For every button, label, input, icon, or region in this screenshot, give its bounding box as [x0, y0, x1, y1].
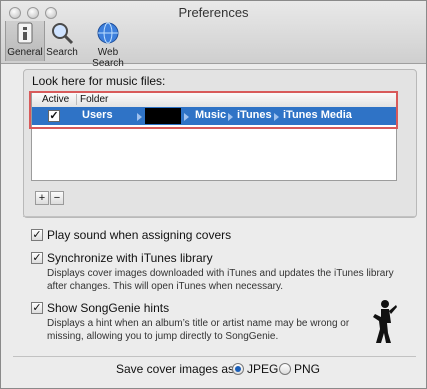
search-icon — [52, 23, 74, 45]
music-files-heading: Look here for music files: — [32, 74, 166, 88]
add-folder-button[interactable]: + — [35, 191, 49, 205]
toolbar-web-search-label: Web Search — [92, 47, 124, 69]
toolbar-web-search[interactable]: Web Search — [81, 21, 135, 69]
sync-itunes-description-1: Displays cover images downloaded with iT… — [47, 268, 394, 279]
songgenie-checkbox[interactable]: ✓ — [31, 302, 43, 314]
png-radio[interactable] — [279, 363, 291, 375]
globe-icon — [97, 22, 119, 44]
songgenie-figure-icon — [373, 300, 397, 343]
save-format-label: Save cover images as: — [116, 362, 238, 376]
toolbar-general[interactable]: General — [5, 21, 45, 61]
section-divider — [23, 216, 415, 217]
play-sound-checkbox[interactable]: ✓ — [31, 229, 43, 241]
sync-itunes-checkbox[interactable]: ✓ — [31, 252, 43, 264]
sync-itunes-description-2: after changes. This will open iTunes whe… — [47, 281, 284, 292]
jpeg-radio[interactable] — [232, 363, 244, 375]
toolbar-search-label: Search — [46, 47, 78, 58]
footer-divider — [13, 356, 416, 357]
general-icon — [17, 22, 33, 44]
remove-folder-button[interactable]: − — [50, 191, 64, 205]
songgenie-description-1: Displays a hint when an album’s title or… — [47, 318, 350, 329]
highlight-box — [29, 91, 398, 129]
toolbar-search[interactable]: Search — [44, 21, 80, 61]
jpeg-label[interactable]: JPEG — [247, 362, 278, 376]
songgenie-description-2: missing, allowing you to jump directly t… — [47, 331, 279, 342]
titlebar: Preferences General Search Web Search — [1, 1, 426, 69]
window-title: Preferences — [178, 5, 249, 20]
preferences-window: Preferences General Search Web Search Lo… — [0, 0, 427, 389]
play-sound-label[interactable]: Play sound when assigning covers — [47, 228, 231, 242]
sync-itunes-label[interactable]: Synchronize with iTunes library — [47, 251, 213, 265]
toolbar-general-label: General — [7, 47, 43, 58]
png-label[interactable]: PNG — [294, 362, 320, 376]
songgenie-label[interactable]: Show SongGenie hints — [47, 301, 169, 315]
